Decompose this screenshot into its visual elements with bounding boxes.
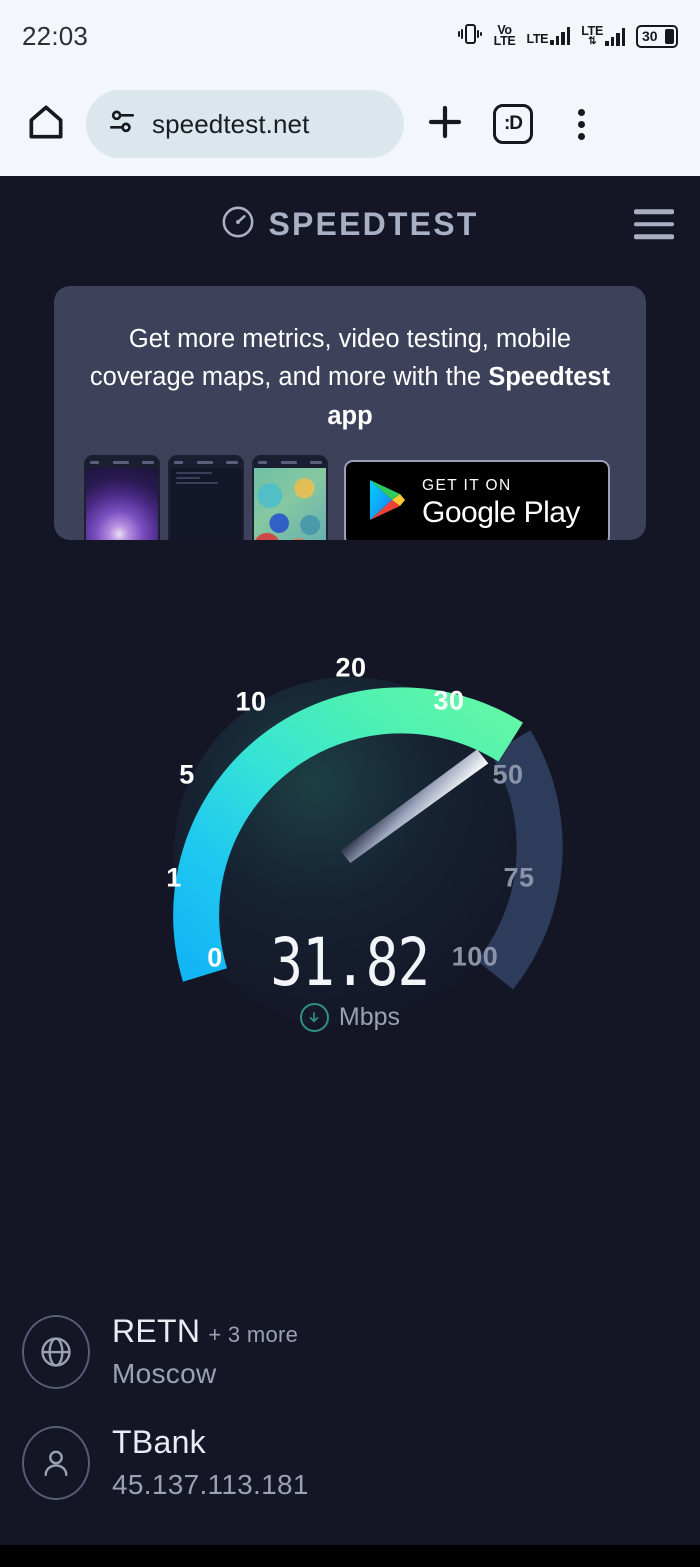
download-arrow-icon	[299, 1003, 329, 1032]
speed-gauge: 0 1 5 10 20 30 50 75 100 31.82 Mbps	[0, 588, 700, 1058]
browser-toolbar: speedtest.net :D	[0, 72, 700, 176]
isp-name: TBank	[112, 1424, 206, 1460]
isp-info-text: TBank 45.137.113.181	[112, 1422, 309, 1501]
phone-mockups	[84, 454, 328, 540]
lte-signal-2: LTE ⇅	[581, 24, 625, 47]
lte-signal-1: LTE	[526, 27, 571, 45]
globe-icon	[22, 1315, 90, 1389]
google-play-badge[interactable]: GET IT ON Google Play	[344, 459, 610, 540]
gauge-tick-10: 10	[235, 686, 267, 717]
gauge-tick-75: 75	[503, 862, 535, 893]
url-text: speedtest.net	[152, 108, 310, 139]
gauge-tick-30: 30	[433, 685, 465, 716]
person-icon	[22, 1426, 90, 1500]
speed-readout: 31.82 Mbps	[0, 924, 700, 1032]
speedometer-icon	[221, 205, 255, 244]
new-tab-button[interactable]	[418, 97, 472, 151]
android-nav-bar	[0, 1545, 700, 1567]
more-vertical-icon	[577, 108, 585, 140]
volte-icon: Vo LTE	[493, 22, 516, 48]
store-badge-top: GET IT ON	[422, 477, 512, 494]
status-time: 22:03	[22, 20, 89, 51]
server-location: Moscow	[112, 1358, 217, 1389]
gauge-tick-1: 1	[166, 862, 182, 893]
ip-address: 45.137.113.181	[112, 1469, 309, 1500]
google-play-text: GET IT ON Google Play	[422, 478, 580, 528]
isp-info-row[interactable]: TBank 45.137.113.181	[22, 1422, 678, 1501]
plus-icon	[424, 101, 466, 148]
status-icons: Vo LTE LTE LTE ⇅ 30	[457, 22, 678, 51]
google-play-icon	[366, 478, 406, 527]
speedtest-logo[interactable]: SPEEDTEST	[221, 205, 478, 244]
vibrate-icon	[457, 22, 483, 51]
home-icon	[24, 100, 68, 149]
speedtest-page: SPEEDTEST Get more metrics, video testin…	[0, 176, 700, 1567]
phone-screenshot-map	[252, 454, 328, 540]
android-status-bar: 22:03 Vo LTE LTE LTE ⇅ 30	[0, 0, 700, 72]
hamburger-icon[interactable]	[634, 209, 674, 239]
phone-screenshot-visual	[84, 454, 160, 540]
promo-text: Get more metrics, video testing, mobile …	[80, 320, 620, 435]
battery-icon: 30	[636, 24, 678, 48]
speed-unit-label: Mbps	[338, 1003, 401, 1031]
tune-icon[interactable]	[106, 106, 138, 143]
store-badge-bottom: Google Play	[422, 495, 580, 529]
connection-info: RETN + 3 more Moscow TBank 45.137.113.181	[0, 1311, 700, 1533]
server-info-text: RETN + 3 more Moscow	[112, 1311, 298, 1390]
site-header: SPEEDTEST	[0, 176, 700, 272]
logo-text: SPEEDTEST	[268, 205, 479, 242]
speed-value: 31.82	[270, 924, 431, 1001]
browser-menu-button[interactable]	[554, 97, 608, 151]
gauge-tick-5: 5	[179, 759, 195, 790]
app-promo-card[interactable]: Get more metrics, video testing, mobile …	[54, 286, 646, 540]
tab-switcher-button[interactable]: :D	[486, 97, 540, 151]
gauge-tick-50: 50	[492, 759, 524, 790]
server-more-count: + 3 more	[208, 1322, 299, 1347]
url-bar[interactable]: speedtest.net	[86, 90, 404, 158]
tab-count-label: :D	[493, 104, 533, 144]
server-info-row[interactable]: RETN + 3 more Moscow	[22, 1311, 678, 1390]
signal-bars	[550, 27, 571, 45]
promo-bottom: GET IT ON Google Play	[80, 454, 620, 540]
phone-screenshot-gauge	[168, 454, 244, 540]
home-button[interactable]	[20, 98, 72, 150]
signal-bars	[605, 28, 625, 47]
server-name: RETN + 3 more	[112, 1313, 299, 1349]
speed-unit-row: Mbps	[0, 1003, 700, 1032]
gauge-tick-20: 20	[335, 652, 367, 683]
